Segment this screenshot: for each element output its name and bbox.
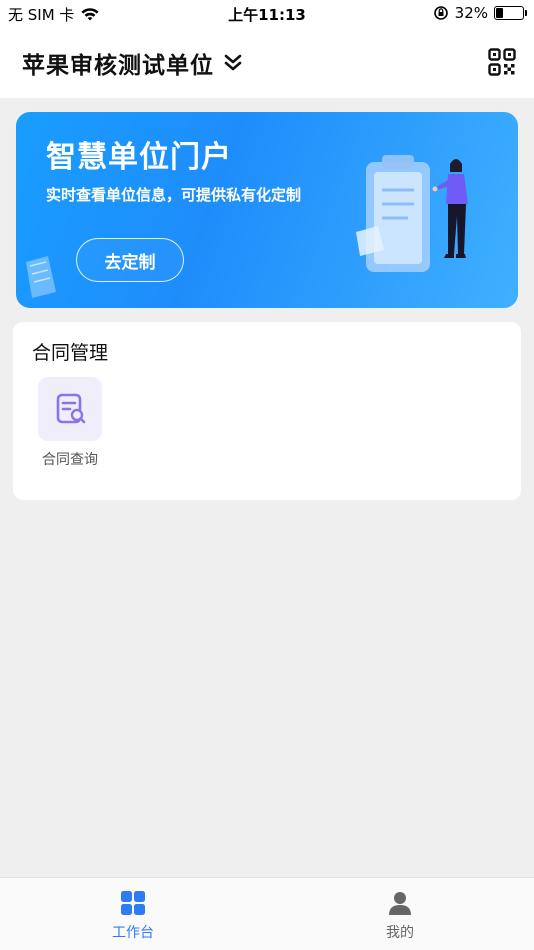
feature-label: 合同查询 (42, 452, 98, 468)
status-bar: 无 SIM 卡 上午11:13 32% (0, 0, 534, 28)
card-title: 合同管理 (32, 342, 109, 364)
battery-icon (494, 6, 527, 20)
contract-search-item[interactable]: 合同查询 (37, 377, 103, 469)
org-name: 苹果审核测试单位 (22, 53, 214, 79)
customize-button[interactable]: 去定制 (76, 238, 184, 282)
tab-mine[interactable]: 我的 (340, 890, 460, 942)
status-bar-right: 32% (433, 4, 527, 22)
bottom-tab-bar: 工作台 我的 (0, 877, 534, 950)
orientation-lock-icon (433, 6, 448, 20)
battery-level (496, 8, 503, 18)
org-switcher[interactable]: 苹果审核测试单位 (22, 46, 242, 80)
portal-banner[interactable]: 智慧单位门户 实时查看单位信息，可提供私有化定制 去定制 (16, 112, 518, 308)
tab-workbench[interactable]: 工作台 (73, 890, 193, 942)
banner-title: 智慧单位门户 (46, 140, 232, 175)
contract-management-card: 合同管理 合同查询 (13, 322, 521, 500)
user-icon (389, 892, 411, 915)
qr-code-icon[interactable] (488, 48, 516, 76)
grid-icon (121, 891, 145, 915)
feature-icon-box (38, 377, 102, 441)
tab-label: 我的 (386, 925, 414, 941)
banner-subtitle: 实时查看单位信息，可提供私有化定制 (46, 186, 302, 204)
app-header: 苹果审核测试单位 (0, 28, 534, 98)
contract-search-icon (56, 393, 86, 424)
clipboard-person-illustration (356, 155, 468, 272)
paper-decoration-icon (26, 256, 56, 298)
battery-percent: 32% (454, 4, 488, 22)
tab-label: 工作台 (112, 925, 154, 941)
chevron-double-down-icon (224, 54, 242, 71)
